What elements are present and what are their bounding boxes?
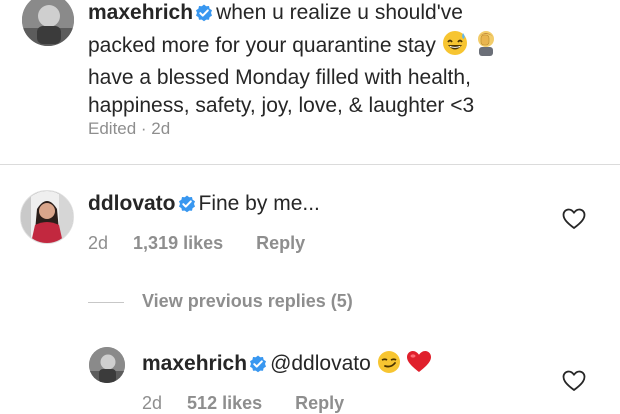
smirk-emoji-icon bbox=[377, 350, 401, 381]
comment-avatar[interactable] bbox=[20, 190, 74, 244]
reply-like-heart-icon[interactable] bbox=[562, 370, 586, 392]
verified-badge-icon bbox=[195, 2, 213, 30]
caption-line-1: maxehrich when u realize u should've bbox=[88, 0, 608, 30]
red-heart-emoji-icon bbox=[406, 350, 432, 381]
caption-text-line-4: happiness, safety, joy, love, & laughter… bbox=[88, 94, 475, 117]
comment-body: ddlovato Fine by me... bbox=[88, 191, 320, 220]
comment-text: Fine by me... bbox=[198, 192, 320, 215]
reply-body: maxehrich @ddlovato bbox=[142, 350, 432, 381]
replies-divider-line bbox=[88, 302, 124, 303]
profile-photo bbox=[21, 191, 73, 243]
reply-username[interactable]: maxehrich bbox=[142, 352, 247, 375]
reply-age: 2d bbox=[142, 393, 163, 413]
reply-meta: 2d 512 likes Reply bbox=[142, 392, 344, 414]
comment-reply-button[interactable]: Reply bbox=[256, 233, 305, 253]
caption-avatar[interactable] bbox=[22, 0, 74, 46]
verified-badge-icon bbox=[178, 194, 196, 220]
caption-edited-time: Edited · 2d bbox=[88, 119, 171, 138]
reply-likes-count[interactable]: 512 likes bbox=[187, 393, 262, 413]
comment-meta: 2d 1,319 likes Reply bbox=[88, 232, 305, 254]
comment-username[interactable]: ddlovato bbox=[88, 192, 176, 215]
comment-likes-count[interactable]: 1,319 likes bbox=[133, 233, 223, 253]
comment-like-heart-icon[interactable] bbox=[562, 208, 586, 230]
facepalm-emoji-icon bbox=[474, 30, 498, 64]
caption-text-line-1: when u realize u should've bbox=[216, 1, 463, 24]
comment-age: 2d bbox=[88, 233, 109, 253]
verified-badge-icon bbox=[249, 354, 267, 380]
reply-mention-link[interactable]: @ddlovato bbox=[270, 352, 371, 375]
caption-text-line-3: have a blessed Monday filled with health… bbox=[88, 66, 471, 89]
reply-reply-button[interactable]: Reply bbox=[295, 393, 344, 413]
view-previous-replies-button[interactable]: View previous replies (5) bbox=[142, 290, 353, 312]
profile-photo bbox=[22, 0, 74, 46]
profile-photo bbox=[89, 347, 125, 383]
caption-username[interactable]: maxehrich bbox=[88, 1, 193, 24]
caption-text-line-2: packed more for your quarantine stay bbox=[88, 34, 436, 57]
divider bbox=[0, 164, 620, 165]
reply-avatar[interactable] bbox=[89, 347, 125, 383]
caption-line-2: packed more for your quarantine stay bbox=[88, 30, 608, 64]
grinning-sweat-emoji-icon bbox=[442, 30, 468, 64]
